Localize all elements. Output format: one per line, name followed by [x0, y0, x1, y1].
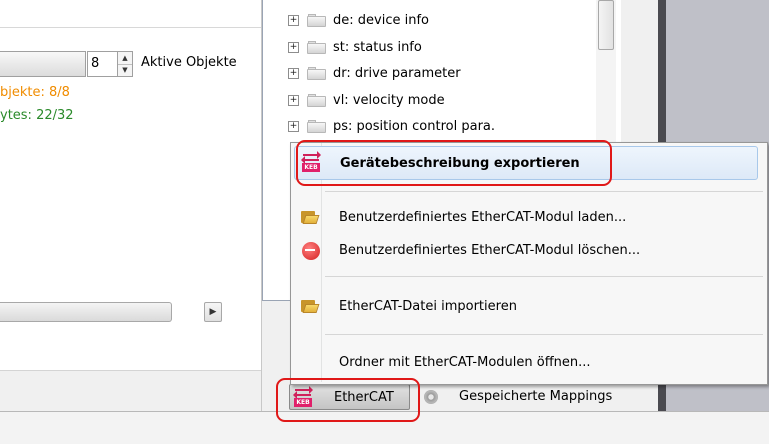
menu-item-label: EtherCAT-Datei importieren [339, 298, 517, 314]
tree-item[interactable]: + vl: velocity mode [288, 89, 445, 111]
menu-item-label: Benutzerdefiniertes EtherCAT-Modul laden… [339, 209, 627, 225]
menu-item-delete-custom-module[interactable]: Benutzerdefiniertes EtherCAT-Modul lösch… [291, 234, 765, 266]
menu-item-label: Benutzerdefiniertes EtherCAT-Modul lösch… [339, 242, 641, 258]
object-count-input[interactable]: 8 [87, 51, 118, 77]
tree-item-label: st: status info [333, 39, 422, 55]
folder-icon [307, 119, 327, 133]
expand-icon[interactable]: + [288, 14, 299, 26]
folder-icon [307, 13, 327, 27]
objects-status-text: bjekte: 8/8 [0, 85, 70, 100]
expand-icon[interactable]: + [288, 120, 299, 132]
expand-icon[interactable]: + [288, 94, 299, 106]
tree-item[interactable]: + dr: drive parameter [288, 62, 461, 84]
menu-item-import-ethercat-file[interactable]: EtherCAT-Datei importieren [291, 290, 765, 322]
tree-item-label: dr: drive parameter [333, 65, 461, 81]
object-count-slider[interactable] [0, 51, 86, 77]
folder-icon [307, 40, 327, 54]
bytes-status-text: ytes: 22/32 [0, 108, 74, 123]
menu-separator [325, 276, 763, 277]
expand-icon[interactable]: + [288, 41, 299, 53]
spin-down-icon[interactable]: ▼ [118, 64, 132, 76]
object-count-spinner[interactable]: ▲ ▼ [118, 51, 133, 77]
menu-item-open-modules-folder[interactable]: Ordner mit EtherCAT-Modulen öffnen... [291, 346, 765, 378]
tree-item-label: ps: position control para. [333, 118, 496, 134]
folder-icon [307, 66, 327, 80]
menu-separator [325, 334, 763, 335]
active-objects-label: Aktive Objekte [141, 55, 237, 70]
tree-item-label: vl: velocity mode [333, 92, 445, 108]
highlight-outline-ethercat [276, 378, 420, 422]
highlight-outline-export [296, 140, 612, 186]
tree-item[interactable]: + de: device info [288, 9, 429, 31]
divider [0, 27, 261, 28]
saved-mappings-tab[interactable]: Gespeicherte Mappings [459, 389, 612, 404]
menu-separator [325, 191, 763, 192]
tree-item[interactable]: + st: status info [288, 36, 422, 58]
expand-icon[interactable]: + [288, 67, 299, 79]
horizontal-scrollbar-thumb[interactable] [0, 302, 172, 322]
scroll-right-arrow-icon[interactable]: ▶ [204, 302, 222, 322]
tree-item[interactable]: + ps: position control para. [288, 115, 495, 137]
menu-item-load-custom-module[interactable]: Benutzerdefiniertes EtherCAT-Modul laden… [291, 201, 765, 233]
folder-icon [307, 93, 327, 107]
tree-item-label: de: device info [333, 12, 429, 28]
menu-item-label: Ordner mit EtherCAT-Modulen öffnen... [339, 354, 591, 370]
vertical-scrollbar-thumb[interactable] [598, 0, 614, 50]
gear-icon [424, 390, 438, 404]
delete-icon [302, 242, 320, 260]
folder-open-icon [301, 209, 320, 227]
folder-open-icon [301, 298, 320, 316]
